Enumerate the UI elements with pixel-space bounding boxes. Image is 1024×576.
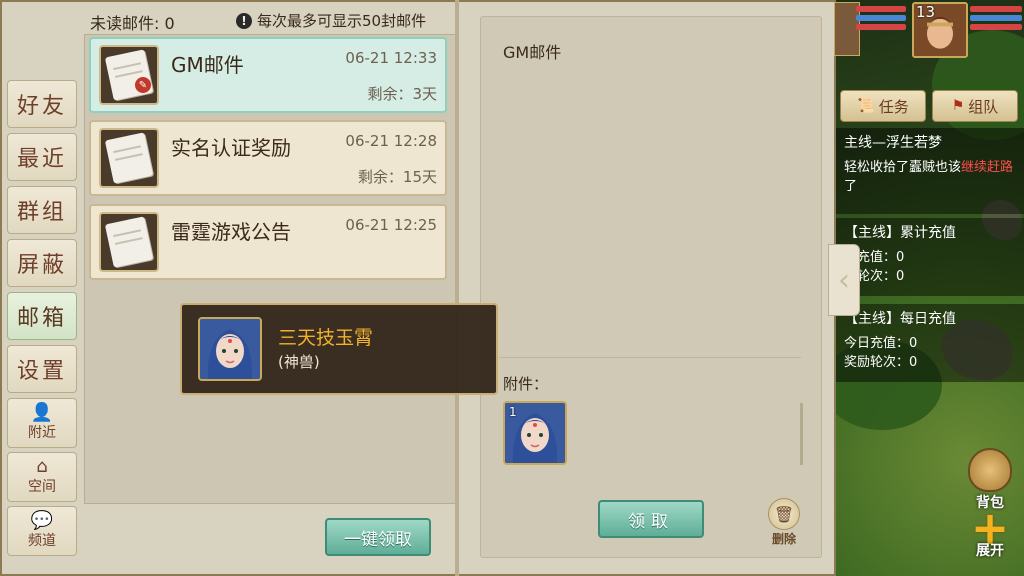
quest-text: 轻松收拾了蠹贼也该	[844, 160, 962, 175]
quest-text: 了	[844, 179, 858, 194]
mail-subject: 实名认证奖励	[171, 136, 291, 160]
trash-icon: 🗑	[768, 498, 800, 530]
tab-settings[interactable]: 设置	[7, 345, 77, 393]
quest-title: 主线—浮生若梦	[844, 135, 942, 151]
person-plus-icon: 👤	[30, 402, 54, 423]
mail-subject: GM邮件	[171, 53, 244, 77]
quest-progress: 今日充值：0	[844, 336, 918, 351]
exclamation-icon: !	[236, 12, 252, 29]
claim-all-button[interactable]: 一键领取	[325, 518, 431, 556]
panel-divider	[455, 0, 459, 576]
chevron-left-icon: ‹	[838, 262, 850, 298]
quest-progress: 励轮次：0	[844, 269, 905, 284]
tab-channel[interactable]: 💬 频道	[7, 506, 77, 556]
flag-icon: ⚑	[951, 98, 965, 114]
tooltip-item-name: 三天技玉霄	[278, 327, 374, 349]
tab-label: 空间	[28, 479, 56, 495]
tab-label: 频道	[28, 533, 56, 549]
tab-label: 邮箱	[16, 306, 67, 331]
tab-recent[interactable]: 最近	[7, 133, 77, 181]
mail-subject: 雷霆游戏公告	[171, 220, 291, 244]
tab-friends[interactable]: 好友	[7, 80, 77, 128]
attachment-scrollbar[interactable]	[800, 403, 803, 465]
scroll-icon: 📜	[857, 98, 875, 114]
mail-item[interactable]: ✎ GM邮件 06-21 12:33 剩余：3天	[89, 37, 447, 113]
quest-title: 【主线】每日充值	[844, 311, 956, 327]
tab-space[interactable]: ⌂ 空间	[7, 452, 77, 502]
mail-detail-pane: GM邮件 附件： 1	[480, 16, 822, 558]
team-label: 组队	[968, 97, 999, 116]
chat-bubble-icon: 💬	[30, 510, 54, 531]
mail-remaining: 剩余：3天	[367, 85, 437, 103]
item-tooltip: 三天技玉霄 (神兽)	[180, 303, 498, 395]
task-label: 任务	[878, 97, 909, 116]
tab-label: 群组	[16, 200, 67, 225]
quest-progress: 计充值：0	[844, 250, 905, 265]
mail-time: 06-21 12:28	[345, 132, 437, 150]
character-portrait-icon	[200, 319, 260, 379]
mail-remaining: 剩余：15天	[357, 168, 437, 186]
divider-line	[499, 357, 801, 358]
attachment-icon: ✎	[135, 77, 151, 93]
delete-button[interactable]: 🗑 删除	[764, 498, 804, 546]
tab-label: 设置	[16, 359, 67, 384]
mail-item[interactable]: 实名认证奖励 06-21 12:28 剩余：15天	[89, 120, 447, 196]
mail-limit-notice: ! 每次最多可显示50封邮件	[236, 10, 426, 31]
quest-highlight: 继续赶路	[961, 160, 1014, 175]
quest-tracker-item[interactable]: 主线—浮生若梦 轻松收拾了蠹贼也该继续赶路了	[836, 128, 1024, 214]
mail-detail-title: GM邮件	[503, 43, 562, 62]
team-button[interactable]: ⚑ 组队	[932, 90, 1018, 122]
unread-count: 未读邮件: 0	[90, 14, 175, 33]
tooltip-portrait	[198, 317, 262, 381]
player-level: 13	[916, 3, 936, 21]
social-panel: 好友 最近 群组 屏蔽 邮箱 设置 👤 附近 ⌂ 空间 💬 频道 未读邮件: 0…	[0, 0, 836, 576]
mail-envelope-icon	[99, 128, 159, 188]
bag-icon	[968, 448, 1012, 492]
mail-time: 06-21 12:33	[345, 49, 437, 67]
mail-item[interactable]: 雷霆游戏公告 06-21 12:25	[89, 204, 447, 280]
task-button[interactable]: 📜 任务	[840, 90, 926, 122]
player-status-bars	[970, 6, 1022, 33]
expand-button[interactable]: + 展开	[962, 505, 1018, 560]
notice-text: 每次最多可显示50封邮件	[257, 12, 427, 30]
mail-envelope-icon	[99, 212, 159, 272]
pet-status-bars	[856, 6, 906, 33]
tab-mailbox[interactable]: 邮箱	[7, 292, 77, 340]
tab-blocked[interactable]: 屏蔽	[7, 239, 77, 287]
quest-tracker-item[interactable]: 【主线】每日充值 今日充值：0 奖励轮次：0	[836, 304, 1024, 382]
tab-label: 好友	[16, 94, 67, 119]
tab-nearby[interactable]: 👤 附近	[7, 398, 77, 448]
tab-label: 最近	[16, 147, 67, 172]
attachment-item-slot[interactable]: 1	[503, 401, 567, 465]
receive-button[interactable]: 领取	[598, 500, 704, 538]
tab-label: 屏蔽	[16, 253, 67, 278]
quest-progress: 奖励轮次：0	[844, 355, 918, 370]
mail-envelope-icon	[99, 45, 159, 105]
quest-title: 【主线】累计充值	[844, 225, 956, 241]
tab-groups[interactable]: 群组	[7, 186, 77, 234]
item-count: 1	[509, 405, 517, 419]
mail-time: 06-21 12:25	[345, 216, 437, 234]
tab-label: 附近	[28, 425, 56, 441]
attachment-label: 附件：	[503, 375, 549, 393]
collapse-panel-button[interactable]: ‹	[828, 244, 860, 316]
house-icon: ⌂	[36, 456, 48, 477]
quest-tracker-item[interactable]: 【主线】累计充值 计充值：0 励轮次：0	[836, 218, 1024, 296]
quest-description: 轻松收拾了蠹贼也该继续赶路了	[844, 156, 1016, 194]
delete-label: 删除	[771, 532, 796, 546]
tooltip-item-type: (神兽)	[278, 353, 320, 371]
